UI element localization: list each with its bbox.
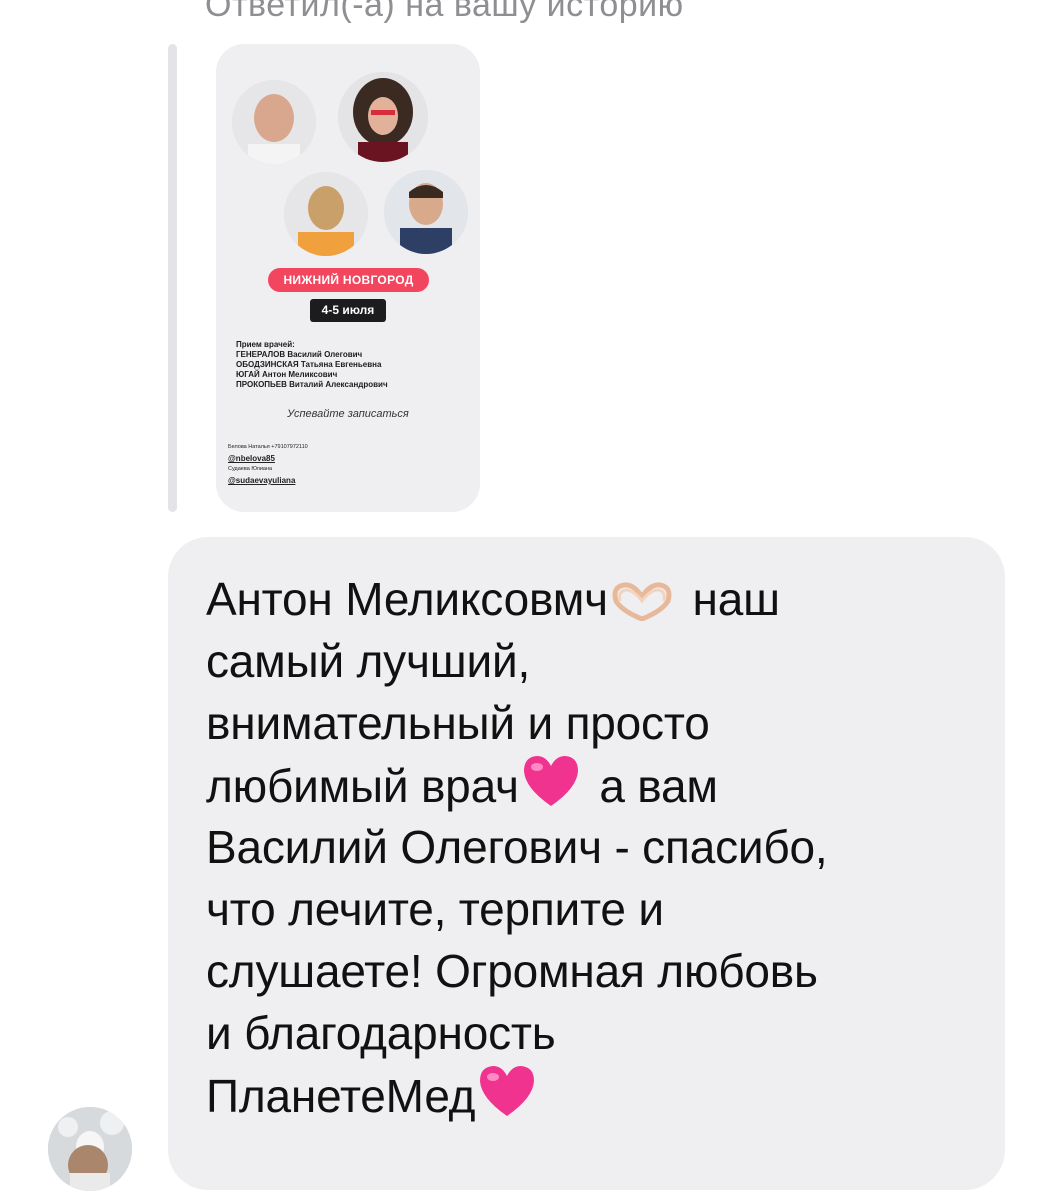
avatar-photo — [48, 1107, 132, 1191]
doctor-name: ОБОДЗИНСКАЯ Татьяна Евгеньевна — [236, 360, 382, 369]
contact-handle[interactable]: @nbelova85 — [228, 453, 308, 464]
reply-header: Ответил(-а) на вашу историю — [205, 0, 684, 24]
contacts: Белова Наталья +79107972110 @nbelova85 С… — [228, 442, 308, 486]
heart-hands-icon — [610, 574, 674, 636]
reply-quote-bar — [168, 44, 177, 512]
date-badge: 4-5 июля — [310, 299, 386, 322]
message-text-segment: наш — [692, 573, 780, 625]
city-badge: НИЖНИЙ НОВГОРОД — [268, 268, 429, 292]
message-line: самый лучший, — [206, 635, 531, 687]
contact-name: Судаева Юлиана — [228, 466, 273, 472]
doctor-name: ГЕНЕРАЛОВ Василий Олегович — [236, 350, 363, 359]
message-line: и благодарность — [206, 1007, 556, 1059]
message-text-segment: любимый врач — [206, 760, 519, 812]
pink-heart-icon — [521, 754, 581, 823]
doctors-list: Прием врачей: ГЕНЕРАЛОВ Василий Олегович… — [236, 340, 388, 390]
contact-name: Белова Наталья +79107972110 — [228, 444, 308, 450]
story-preview[interactable]: НИЖНИЙ НОВГОРОД 4-5 июля Прием врачей: Г… — [216, 44, 480, 512]
message-text-segment: Антон Меликсовмч — [206, 573, 608, 625]
message-text: Антон Меликсовмч наш самый лучший, внима… — [206, 568, 996, 1126]
doctor-name: ЮГАЙ Антон Меликсович — [236, 370, 338, 379]
contact-handle[interactable]: @sudaevayuliana — [228, 475, 308, 486]
doctor-photo-4 — [384, 170, 468, 254]
call-to-action: Успевайте записаться — [287, 408, 409, 420]
pink-heart-icon — [477, 1064, 537, 1133]
list-title: Прием врачей: — [236, 340, 295, 349]
message-text-segment: а вам — [599, 760, 718, 812]
message-line: Василий Олегович - спасибо, — [206, 821, 828, 873]
doctor-photo-3 — [284, 172, 368, 256]
doctor-name: ПРОКОПЬЕВ Виталий Александрович — [236, 380, 388, 389]
doctor-photo-1 — [232, 80, 316, 164]
message-line: что лечите, терпите и — [206, 883, 664, 935]
message-line: внимательный и просто — [206, 697, 710, 749]
message-line: слушаете! Огромная любовь — [206, 945, 818, 997]
sender-avatar[interactable] — [48, 1107, 132, 1191]
message-text-segment: ПланетеМед — [206, 1070, 476, 1122]
doctor-photo-2 — [338, 72, 428, 162]
